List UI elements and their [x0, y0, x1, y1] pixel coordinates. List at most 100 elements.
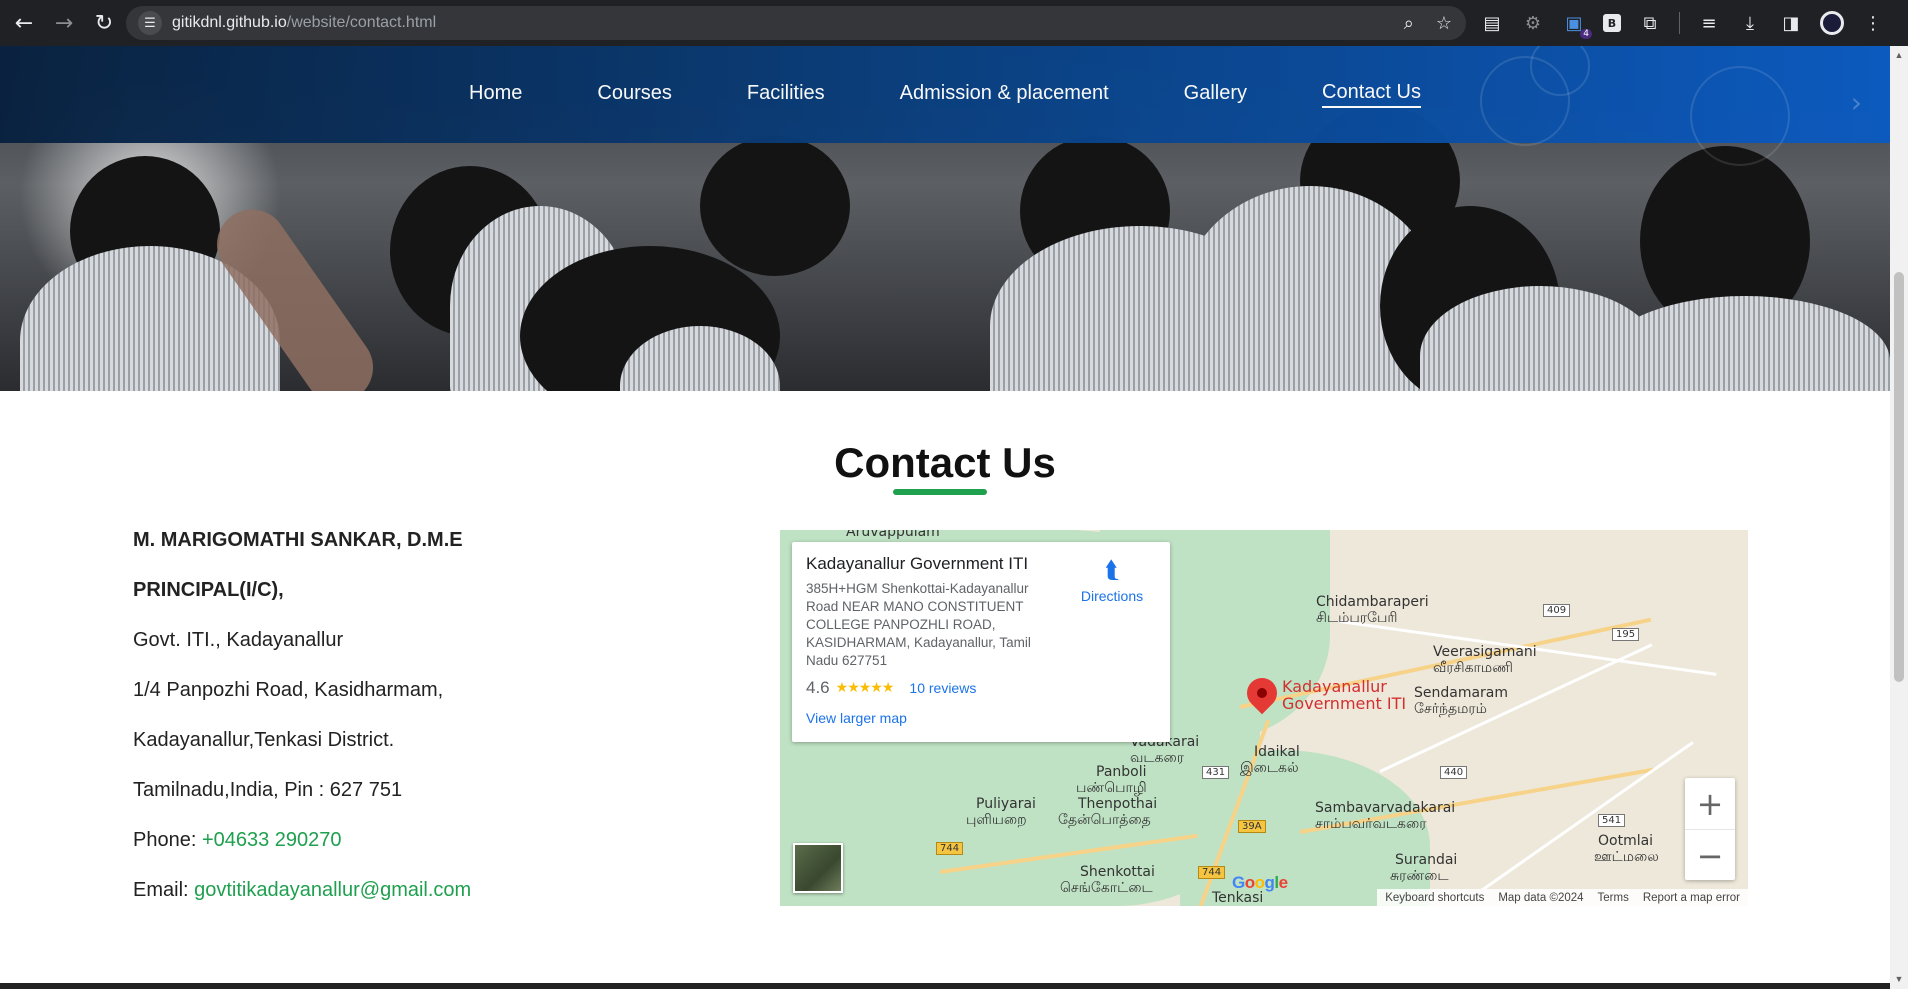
back-icon[interactable]: ←: [4, 3, 44, 43]
road-shield: 744: [1198, 866, 1226, 879]
nav-facilities[interactable]: Facilities: [747, 82, 825, 107]
url-host: gitikdnl.github.io: [172, 14, 287, 31]
nav-contact-us[interactable]: Contact Us: [1322, 81, 1421, 108]
map-label-panboli: Panboli: [1096, 764, 1147, 780]
rating-stars-icon: ★★★★★: [835, 680, 895, 696]
page-scrollbar[interactable]: ▲ ▼: [1890, 46, 1908, 989]
google-map[interactable]: Aruvappulam Chidambaraperi சிடம்பரபேரி V…: [780, 530, 1748, 906]
zoom-icon[interactable]: ⌕: [1404, 13, 1414, 34]
map-label-surandai-ta: சுரண்டை: [1390, 868, 1449, 884]
url-path: /website/contact.html: [286, 14, 437, 31]
principal-designation: PRINCIPAL(I/C),: [133, 579, 284, 601]
map-label-sendamaram: Sendamaram: [1414, 685, 1509, 701]
address-line-3: Tamilnadu,India, Pin : 627 751: [133, 779, 403, 801]
map-label-veerasigamani-ta: வீரசிகாமணி: [1433, 660, 1513, 676]
road-shield: 744: [936, 842, 964, 855]
view-larger-map-link[interactable]: View larger map: [806, 710, 1156, 726]
map-label-sambavar-ta: சாம்பவர்வடகரை: [1315, 816, 1427, 832]
map-label-panboli-ta: பண்பொழி: [1076, 780, 1147, 796]
map-label-idaikal: Idaikal: [1254, 744, 1300, 760]
map-label-aruvappulam: Aruvappulam: [846, 530, 940, 540]
map-label-thenpothai: Thenpothai: [1078, 796, 1158, 812]
map-label-chidambaraperi-ta: சிடம்பரபேரி: [1316, 610, 1398, 626]
road-shield: 541: [1598, 814, 1626, 827]
road-shield: 440: [1440, 766, 1468, 779]
map-label-puliyarai: Puliyarai: [976, 796, 1036, 812]
site-info-icon[interactable]: ☰: [138, 11, 162, 35]
scroll-down-icon[interactable]: ▼: [1894, 974, 1904, 984]
map-zoom-control: + −: [1685, 778, 1735, 880]
directions-button[interactable]: ⮬ Directions: [1072, 556, 1152, 604]
nav-gallery[interactable]: Gallery: [1184, 82, 1247, 107]
phone-label: Phone:: [133, 829, 202, 851]
map-label-veerasigamani: Veerasigamani: [1433, 644, 1537, 660]
extension-robot-icon[interactable]: ⚙: [1521, 11, 1545, 35]
map-label-surandai: Surandai: [1395, 852, 1458, 868]
keyboard-shortcuts-link[interactable]: Keyboard shortcuts: [1385, 892, 1484, 904]
report-map-error-link[interactable]: Report a map error: [1643, 892, 1740, 904]
map-label-thenpothai-ta: தேன்பொத்தை: [1058, 812, 1151, 828]
contact-info: M. MARIGOMATHI SANKAR, D.M.E PRINCIPAL(I…: [133, 526, 733, 926]
terms-link[interactable]: Terms: [1598, 892, 1629, 904]
zoom-out-icon[interactable]: −: [1685, 830, 1735, 881]
google-logo: Google: [1232, 873, 1288, 892]
rating-value: 4.6: [806, 678, 830, 697]
phone-row: Phone: +04633 290270: [133, 826, 733, 876]
profile-avatar[interactable]: [1820, 11, 1844, 35]
side-panel-icon[interactable]: ◨: [1779, 11, 1803, 35]
reload-icon[interactable]: ↻: [84, 3, 124, 43]
media-queue-icon[interactable]: ≡: [1697, 11, 1721, 35]
road-shield: 195: [1612, 628, 1640, 641]
address-line-1: 1/4 Panpozhi Road, Kasidharmam,: [133, 679, 444, 701]
email-label: Email:: [133, 879, 195, 901]
nav-home[interactable]: Home: [469, 82, 522, 107]
page-viewport: Home Courses Facilities Admission & plac…: [0, 46, 1890, 989]
map-label-shenkottai-ta: செங்கோட்டை: [1060, 880, 1153, 896]
map-label-chidambaraperi: Chidambaraperi: [1316, 594, 1429, 610]
address-line-2: Kadayanallur,Tenkasi District.: [133, 729, 395, 751]
map-label-sambavar: Sambavarvadakarai: [1315, 800, 1456, 816]
map-label-ootmlai: Ootmlai: [1598, 833, 1654, 849]
scrollbar-thumb[interactable]: [1894, 272, 1904, 682]
extensions-puzzle-icon[interactable]: ⧉: [1638, 11, 1662, 35]
map-label-shenkottai: Shenkottai: [1080, 864, 1155, 880]
browser-toolbar: ← → ↻ ☰ gitikdnl.github.io/website/conta…: [0, 0, 1908, 46]
bookmark-star-icon[interactable]: ☆: [1436, 13, 1452, 34]
address-bar[interactable]: ☰ gitikdnl.github.io/website/contact.htm…: [126, 6, 1466, 40]
toolbar-separator: [1679, 12, 1680, 34]
download-icon[interactable]: ⤓: [1738, 11, 1762, 35]
map-data-text: Map data ©2024: [1498, 891, 1584, 904]
map-attribution: Keyboard shortcuts Map data ©2024 Terms …: [1377, 889, 1748, 906]
road-shield: 409: [1543, 604, 1571, 617]
url-text[interactable]: gitikdnl.github.io/website/contact.html: [172, 14, 436, 32]
nav-admission-placement[interactable]: Admission & placement: [900, 82, 1109, 107]
email-row: Email: govtitikadayanallur@gmail.com: [133, 876, 733, 926]
reviews-link[interactable]: 10 reviews: [909, 680, 976, 696]
main-navbar: Home Courses Facilities Admission & plac…: [0, 46, 1890, 166]
extension-badge-count: 4: [1580, 29, 1592, 39]
place-address: 385H+HGM Shenkottai-Kadayanallur Road NE…: [806, 581, 1031, 668]
institute-name: Govt. ITI., Kadayanallur: [133, 629, 344, 651]
nav-courses[interactable]: Courses: [597, 82, 671, 107]
phone-link[interactable]: +04633 290270: [202, 829, 342, 851]
place-card: Kadayanallur Government ITI 385H+HGM She…: [792, 542, 1170, 742]
page-title: Contact Us: [834, 439, 1056, 486]
map-pin-label[interactable]: Kadayanallur Government ITI: [1282, 678, 1406, 712]
road-shield: 431: [1202, 766, 1230, 779]
place-rating: 4.6 ★★★★★ 10 reviews: [806, 678, 1156, 698]
directions-label: Directions: [1080, 588, 1144, 604]
zoom-in-icon[interactable]: +: [1685, 778, 1735, 829]
email-link[interactable]: govtitikadayanallur@gmail.com: [194, 879, 471, 901]
extension-badge-icon[interactable]: ▣ 4: [1562, 11, 1592, 39]
carousel-next-icon[interactable]: ›: [1851, 86, 1862, 119]
scroll-up-icon[interactable]: ▲: [1894, 50, 1904, 60]
title-underline: [893, 489, 987, 495]
map-label-ootmlai-ta: ஊட்மலை: [1594, 849, 1659, 865]
satellite-toggle[interactable]: [793, 843, 843, 893]
road-shield: 39A: [1238, 820, 1266, 833]
menu-kebab-icon[interactable]: ⋮: [1861, 11, 1885, 35]
extension-b-icon[interactable]: B: [1603, 14, 1621, 32]
forward-icon[interactable]: →: [44, 3, 84, 43]
footer-edge: [0, 983, 1890, 989]
extension-cast-icon[interactable]: ▤: [1480, 11, 1504, 35]
